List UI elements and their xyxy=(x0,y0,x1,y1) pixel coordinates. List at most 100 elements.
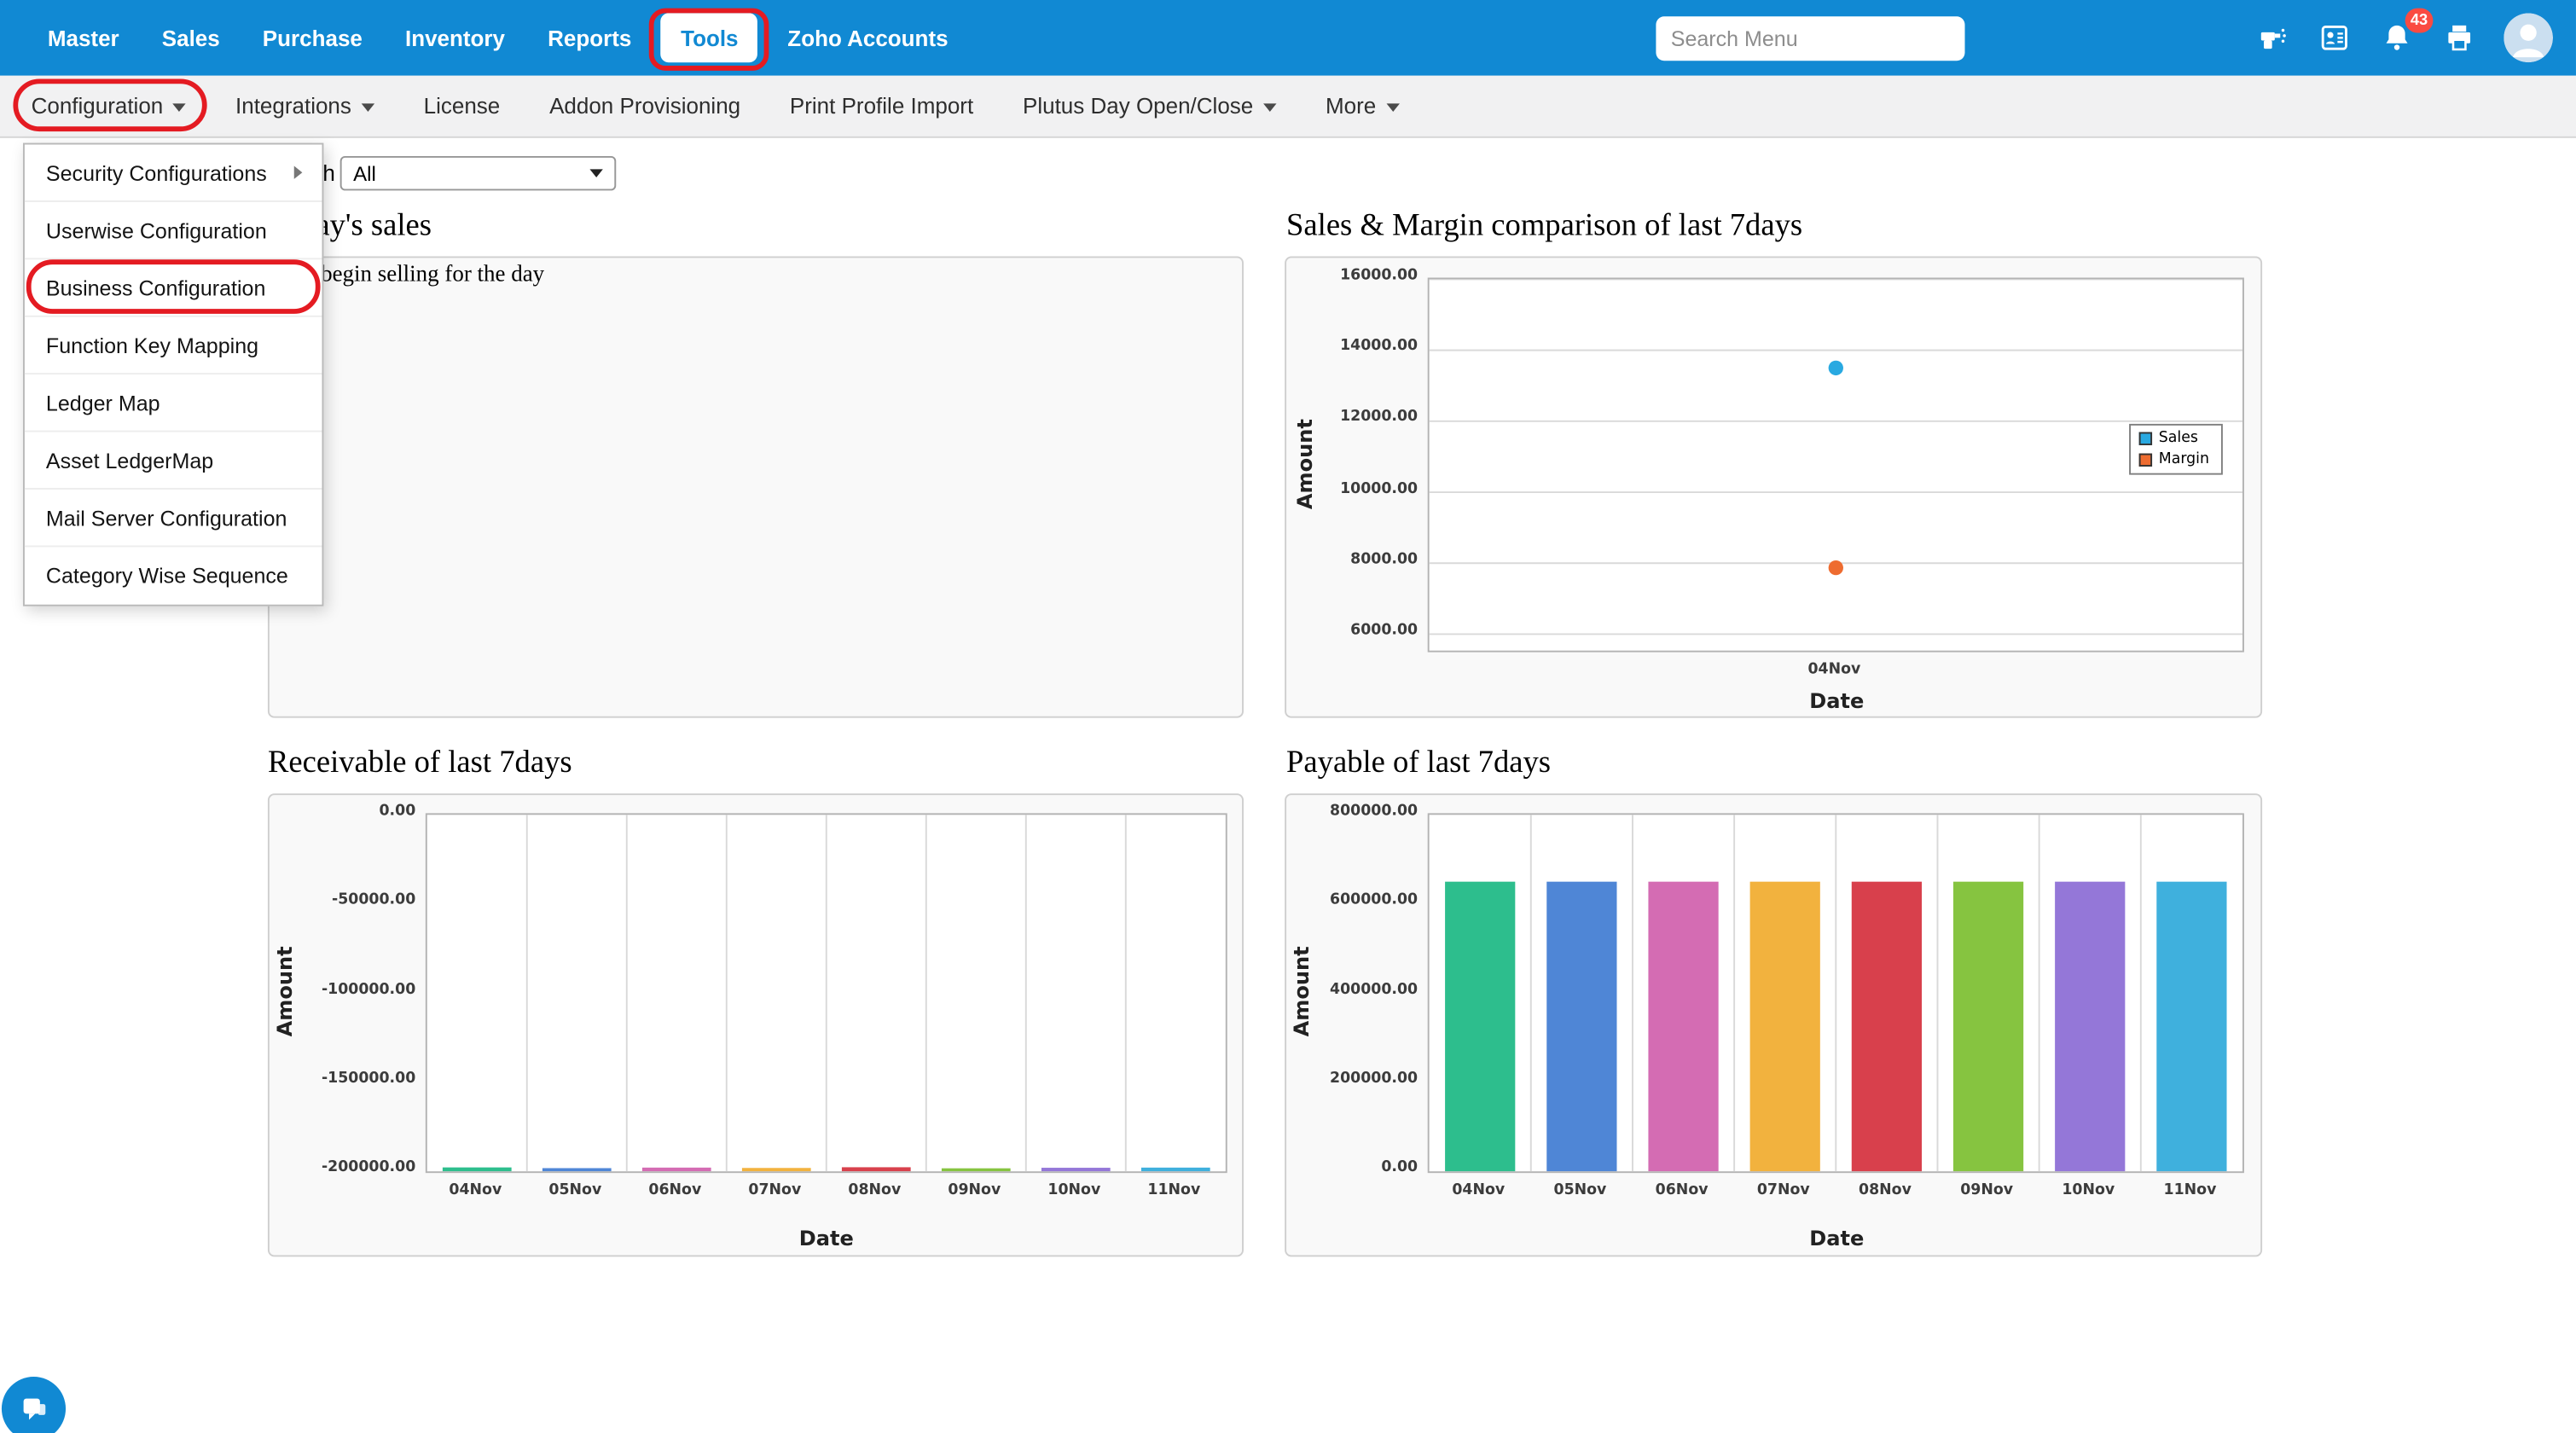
nav-item-sales[interactable]: Sales xyxy=(141,0,241,76)
x-axis-label: Date xyxy=(769,1226,884,1250)
nav-item-reports[interactable]: Reports xyxy=(526,0,653,76)
chevron-down-icon xyxy=(173,103,186,112)
menubar-item-label: Print Profile Import xyxy=(790,94,973,119)
menubar-item-label: Integrations xyxy=(235,94,351,119)
payable-plot xyxy=(1428,813,2244,1173)
x-tick-label: 08Nov xyxy=(1834,1183,1935,1199)
dropdown-item-category-wise-sequence[interactable]: Category Wise Sequence xyxy=(25,547,322,604)
dropdown-item-label: Asset LedgerMap xyxy=(46,448,213,473)
x-axis-label: Date xyxy=(1779,688,1894,713)
notifications-bell-icon[interactable]: 43 xyxy=(2379,20,2415,55)
menubar-item-integrations[interactable]: Integrations xyxy=(211,75,399,137)
y-tick-label: -50000.00 xyxy=(277,892,415,908)
legend: Sales Margin xyxy=(2129,424,2223,475)
menubar-item-print-profile-import[interactable]: Print Profile Import xyxy=(765,75,998,137)
nav-item-inventory[interactable]: Inventory xyxy=(384,0,526,76)
branch-select[interactable]: All xyxy=(340,156,617,190)
nav-item-master[interactable]: Master xyxy=(26,0,141,76)
y-tick-label: 16000.00 xyxy=(1279,268,1418,284)
dropdown-item-label: Business Configuration xyxy=(46,276,266,300)
receivable-chart-panel: Amount Date 0.00-50000.00-100000.00-1500… xyxy=(268,793,1244,1256)
dropdown-item-label: Ledger Map xyxy=(46,390,160,415)
chat-icon xyxy=(17,1392,50,1425)
x-tick-label: 11Nov xyxy=(1124,1183,1224,1199)
y-tick-label: 12000.00 xyxy=(1279,409,1418,426)
y-tick-label: 6000.00 xyxy=(1279,623,1418,639)
sales-margin-title: Sales & Margin comparison of last 7days xyxy=(1286,209,1802,245)
x-tick-label: 09Nov xyxy=(925,1183,1024,1199)
y-tick-label: 800000.00 xyxy=(1279,804,1418,820)
id-badge-icon[interactable] xyxy=(2317,20,2353,55)
dropdown-item-asset-ledgermap[interactable]: Asset LedgerMap xyxy=(25,432,322,490)
y-tick-label: -200000.00 xyxy=(277,1160,415,1176)
y-tick-label: -150000.00 xyxy=(277,1070,415,1087)
x-tick-label: 07Nov xyxy=(1732,1183,1834,1199)
payable-title: Payable of last 7days xyxy=(1286,746,1551,781)
y-tick-label: 10000.00 xyxy=(1279,481,1418,497)
dropdown-item-ledger-map[interactable]: Ledger Map xyxy=(25,374,322,432)
chevron-down-icon xyxy=(1386,103,1399,112)
nav-item-purchase[interactable]: Purchase xyxy=(241,0,384,76)
sales-margin-chart-panel: Amount SalesMargin Date 16000.0014000.00… xyxy=(1285,256,2262,717)
legend-item-sales: Sales xyxy=(2139,431,2213,447)
notification-badge: 43 xyxy=(2405,9,2434,33)
menubar-item-label: More xyxy=(1326,94,1376,119)
menubar-item-configuration[interactable]: Configuration xyxy=(7,75,211,137)
dropdown-item-label: Category Wise Sequence xyxy=(46,564,288,589)
x-tick-label: 06Nov xyxy=(625,1183,725,1199)
dropdown-item-security-configurations[interactable]: Security Configurations xyxy=(25,144,322,201)
dropdown-item-label: Mail Server Configuration xyxy=(46,505,287,530)
legend-label: Sales xyxy=(2159,431,2198,447)
spray-tool-icon[interactable] xyxy=(2254,20,2289,55)
y-tick-label: 200000.00 xyxy=(1279,1070,1418,1087)
x-tick-label: 05Nov xyxy=(525,1183,625,1199)
menubar-item-label: Addon Provisioning xyxy=(549,94,740,119)
y-axis-label: Amount xyxy=(1292,366,1317,563)
tools-menubar: Configuration Integrations License Addon Pr… xyxy=(0,76,2576,138)
dropdown-item-mail-server-configuration[interactable]: Mail Server Configuration xyxy=(25,490,322,547)
chevron-down-icon xyxy=(589,169,602,177)
y-tick-label: 400000.00 xyxy=(1279,982,1418,998)
menubar-item-label: Configuration xyxy=(32,94,164,119)
x-tick-label: 07Nov xyxy=(725,1183,825,1199)
configuration-dropdown-menu: Security Configurations Userwise Configur… xyxy=(23,143,323,606)
printer-icon[interactable] xyxy=(2441,20,2477,55)
todays-sales-panel xyxy=(268,256,1244,717)
menubar-item-license[interactable]: License xyxy=(399,75,525,137)
legend-swatch xyxy=(2139,454,2152,467)
x-tick-label: 11Nov xyxy=(2139,1183,2241,1199)
chat-button[interactable] xyxy=(2,1377,66,1433)
x-tick-label: 09Nov xyxy=(1936,1183,2038,1199)
x-tick-label: 05Nov xyxy=(1529,1183,1631,1199)
menubar-item-more[interactable]: More xyxy=(1301,75,1424,137)
dropdown-item-business-configuration[interactable]: Business Configuration xyxy=(25,259,322,316)
dropdown-item-label: Security Configurations xyxy=(46,160,267,185)
receivable-title: Receivable of last 7days xyxy=(268,746,572,781)
x-tick-label: 10Nov xyxy=(2038,1183,2139,1199)
legend-item-margin: Margin xyxy=(2139,452,2213,468)
menubar-item-plutus-day-open-close[interactable]: Plutus Day Open/Close xyxy=(998,75,1301,137)
x-tick-label: 08Nov xyxy=(825,1183,925,1199)
sales-margin-plot xyxy=(1428,277,2244,652)
y-tick-label: 600000.00 xyxy=(1279,892,1418,908)
dropdown-item-userwise-configuration[interactable]: Userwise Configuration xyxy=(25,202,322,259)
y-tick-label: 0.00 xyxy=(277,804,415,820)
app-window: MasterSalesPurchaseInventoryReportsTools… xyxy=(0,0,2576,1432)
dropdown-item-label: Userwise Configuration xyxy=(46,218,267,242)
chevron-right-icon xyxy=(294,166,303,179)
nav-item-zoho-accounts[interactable]: Zoho Accounts xyxy=(766,0,969,76)
receivable-plot xyxy=(426,813,1227,1173)
legend-swatch xyxy=(2139,432,2152,445)
navbar-right-group: 43 xyxy=(1656,0,2576,76)
avatar[interactable] xyxy=(2503,13,2553,62)
search-input[interactable] xyxy=(1656,15,1964,60)
y-tick-label: 8000.00 xyxy=(1279,552,1418,568)
dropdown-item-function-key-mapping[interactable]: Function Key Mapping xyxy=(25,317,322,374)
menubar-item-addon-provisioning[interactable]: Addon Provisioning xyxy=(525,75,765,137)
branch-select-value: All xyxy=(353,162,376,185)
main-nav: MasterSalesPurchaseInventoryReportsTools… xyxy=(0,0,970,76)
nav-item-tools[interactable]: Tools xyxy=(661,13,758,62)
y-tick-label: 14000.00 xyxy=(1279,339,1418,355)
x-tick-label: 10Nov xyxy=(1024,1183,1124,1199)
menubar-item-label: License xyxy=(424,94,501,119)
